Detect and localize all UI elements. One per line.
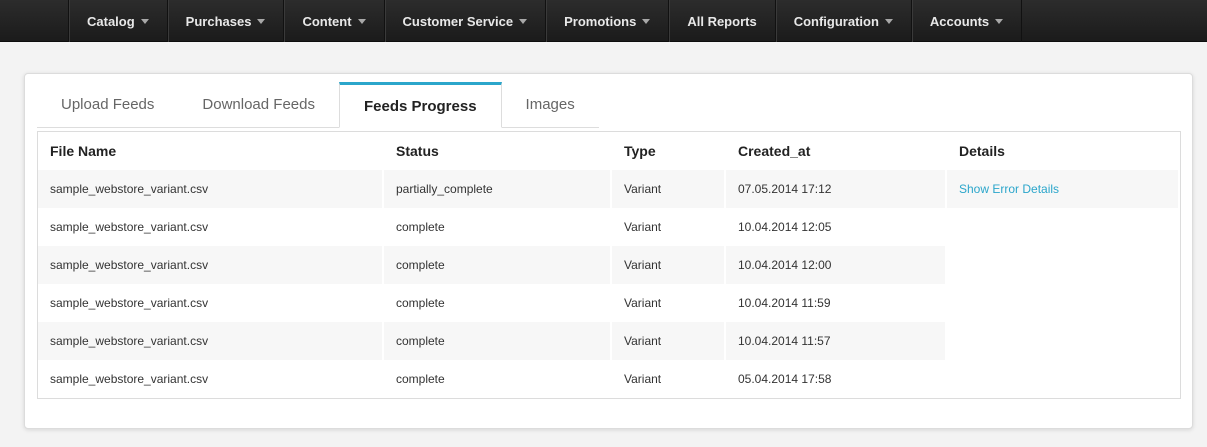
cell-type: Variant [612, 360, 726, 398]
cell-status: complete [384, 246, 612, 284]
nav-item-label: Purchases [185, 13, 252, 29]
table-row: sample_webstore_variant.csv partially_co… [38, 170, 1180, 208]
table-row: sample_webstore_variant.csv complete Var… [38, 208, 1180, 246]
cell-details: Show Error Details [947, 170, 1180, 208]
cell-created-at: 10.04.2014 12:00 [726, 246, 947, 284]
nav-item-customer-service[interactable]: Customer Service [385, 0, 547, 42]
tab-feeds-progress[interactable]: Feeds Progress [338, 82, 502, 128]
cell-created-at: 10.04.2014 12:05 [726, 208, 947, 246]
feeds-progress-table: File Name Status Type Created_at Details… [38, 132, 1180, 398]
nav-item-content[interactable]: Content [284, 0, 385, 42]
chevron-down-icon [884, 19, 893, 24]
cell-file-name: sample_webstore_variant.csv [38, 208, 384, 246]
cell-created-at: 10.04.2014 11:57 [726, 322, 947, 360]
cell-status: complete [384, 360, 612, 398]
main-menu: Catalog Purchases Content Customer Servi… [68, 0, 1023, 42]
cell-file-name: sample_webstore_variant.csv [38, 360, 384, 398]
content-panel: Upload Feeds Download Feeds Feeds Progre… [24, 73, 1193, 429]
chevron-down-icon [140, 19, 149, 24]
tab-download-feeds[interactable]: Download Feeds [178, 82, 339, 127]
column-header-file-name: File Name [38, 132, 384, 170]
cell-created-at: 07.05.2014 17:12 [726, 170, 947, 208]
chevron-down-icon [257, 19, 266, 24]
cell-type: Variant [612, 170, 726, 208]
nav-item-label: Accounts [929, 13, 990, 29]
cell-file-name: sample_webstore_variant.csv [38, 322, 384, 360]
cell-details [947, 208, 1180, 246]
cell-file-name: sample_webstore_variant.csv [38, 284, 384, 322]
cell-status: complete [384, 208, 612, 246]
nav-item-all-reports[interactable]: All Reports [669, 0, 776, 42]
nav-item-purchases[interactable]: Purchases [168, 0, 285, 42]
nav-item-promotions[interactable]: Promotions [546, 0, 670, 42]
cell-created-at: 10.04.2014 11:59 [726, 284, 947, 322]
nav-item-label: Configuration [793, 13, 879, 29]
cell-type: Variant [612, 322, 726, 360]
nav-item-label: Customer Service [402, 13, 514, 29]
tab-upload-feeds[interactable]: Upload Feeds [37, 82, 178, 127]
column-header-type: Type [612, 132, 726, 170]
feed-tabs: Upload Feeds Download Feeds Feeds Progre… [37, 82, 599, 128]
cell-details [947, 322, 1180, 360]
cell-type: Variant [612, 246, 726, 284]
nav-item-label: Content [302, 13, 352, 29]
nav-item-configuration[interactable]: Configuration [776, 0, 912, 42]
table-header-row: File Name Status Type Created_at Details [38, 132, 1180, 170]
cell-type: Variant [612, 208, 726, 246]
cell-file-name: sample_webstore_variant.csv [38, 170, 384, 208]
cell-details [947, 284, 1180, 322]
cell-details [947, 360, 1180, 398]
table-row: sample_webstore_variant.csv complete Var… [38, 246, 1180, 284]
nav-item-label: Promotions [564, 13, 637, 29]
show-error-details-link[interactable]: Show Error Details [959, 182, 1059, 196]
chevron-down-icon [357, 19, 366, 24]
chevron-down-icon [995, 19, 1004, 24]
table-row: sample_webstore_variant.csv complete Var… [38, 360, 1180, 398]
column-header-created-at: Created_at [726, 132, 947, 170]
table-row: sample_webstore_variant.csv complete Var… [38, 322, 1180, 360]
cell-file-name: sample_webstore_variant.csv [38, 246, 384, 284]
cell-type: Variant [612, 284, 726, 322]
nav-item-label: Catalog [87, 13, 135, 29]
cell-status: complete [384, 322, 612, 360]
cell-status: partially_complete [384, 170, 612, 208]
cell-created-at: 05.04.2014 17:58 [726, 360, 947, 398]
top-navigation-bar: Catalog Purchases Content Customer Servi… [0, 0, 1207, 42]
nav-item-label: All Reports [687, 13, 757, 29]
nav-item-accounts[interactable]: Accounts [912, 0, 1023, 42]
chevron-down-icon [519, 19, 528, 24]
tab-images[interactable]: Images [502, 82, 599, 127]
column-header-status: Status [384, 132, 612, 170]
nav-item-catalog[interactable]: Catalog [69, 0, 168, 42]
cell-status: complete [384, 284, 612, 322]
cell-details [947, 246, 1180, 284]
table-row: sample_webstore_variant.csv complete Var… [38, 284, 1180, 322]
chevron-down-icon [642, 19, 651, 24]
column-header-details: Details [947, 132, 1180, 170]
feeds-progress-table-container: File Name Status Type Created_at Details… [37, 131, 1181, 399]
